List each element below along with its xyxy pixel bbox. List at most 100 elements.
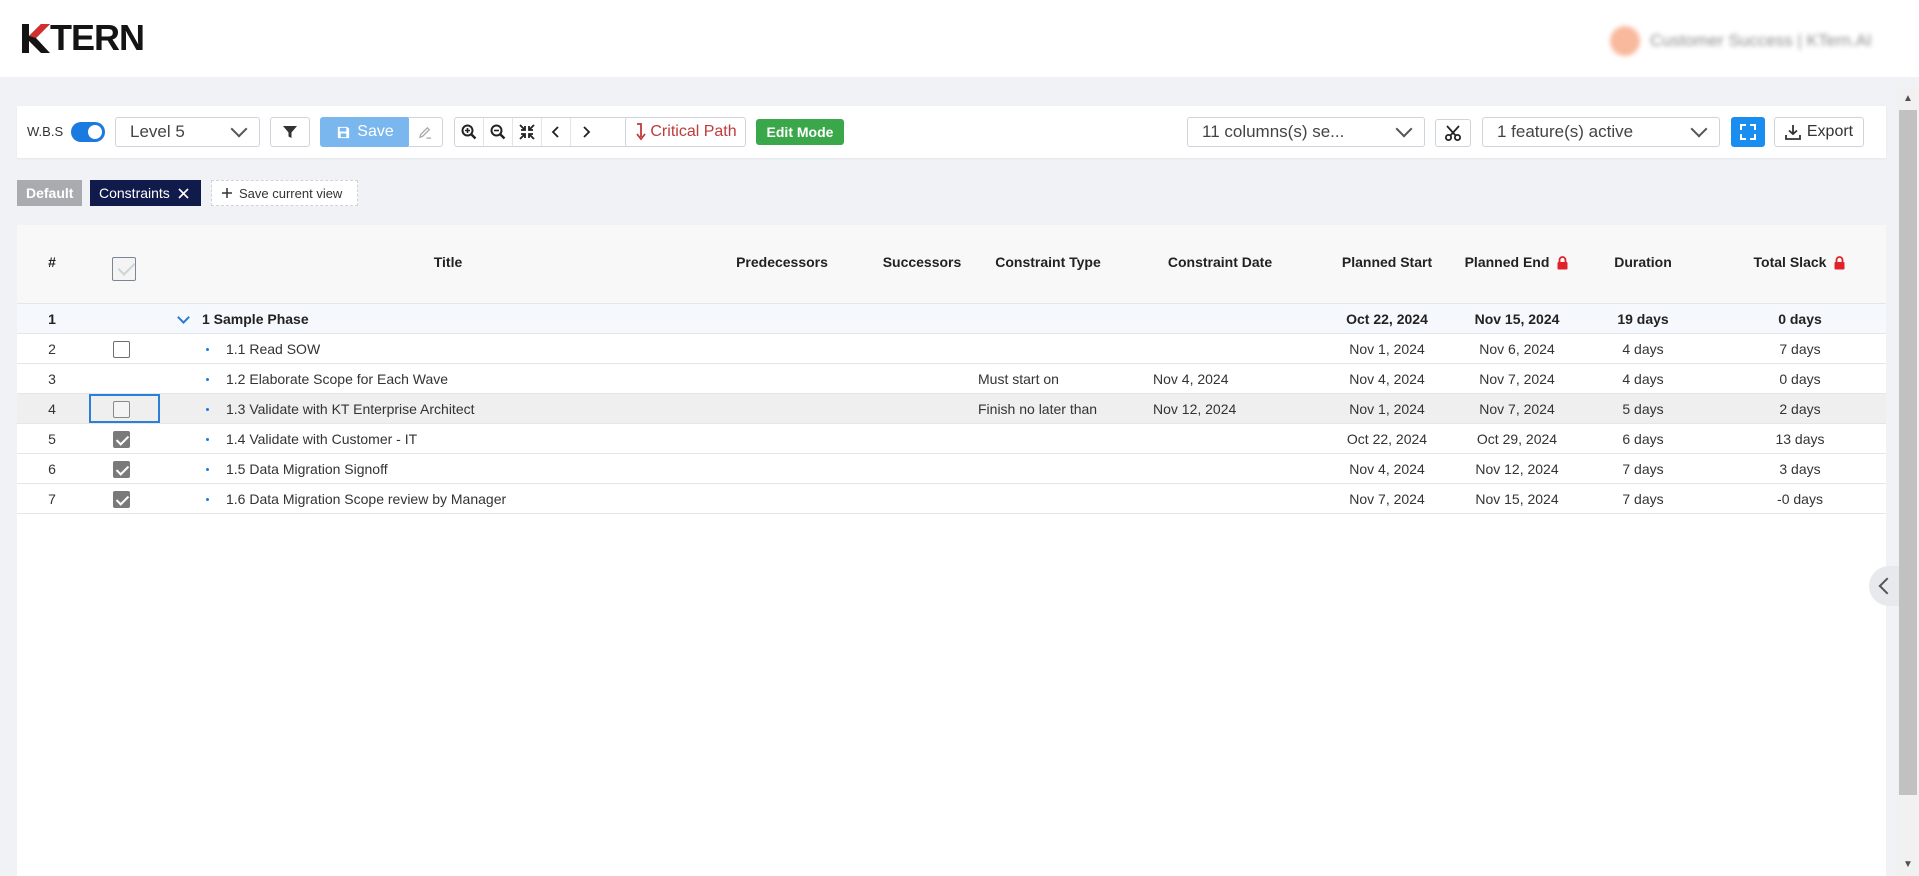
zoom-nav-group — [454, 117, 636, 147]
lock-icon — [1556, 255, 1569, 269]
row-title[interactable]: 1.4 Validate with Customer - IT — [226, 424, 417, 454]
row-checkbox-checked[interactable] — [113, 431, 130, 448]
row-planned-start[interactable]: Oct 22, 2024 — [1317, 424, 1457, 454]
table-row[interactable]: 3 1.2 Elaborate Scope for Each Wave Must… — [17, 364, 1886, 394]
row-planned-start[interactable]: Nov 1, 2024 — [1317, 334, 1457, 364]
features-select-value: 1 feature(s) active — [1497, 122, 1634, 141]
table-row[interactable]: 5 1.4 Validate with Customer - IT Oct 22… — [17, 424, 1886, 454]
row-duration[interactable]: 7 days — [1573, 484, 1713, 514]
row-checkbox[interactable] — [113, 341, 130, 358]
task-grid: # Title Predecessors Successors Constrai… — [17, 225, 1886, 876]
table-row[interactable]: 2 1.1 Read SOW Nov 1, 2024 Nov 6, 2024 4… — [17, 334, 1886, 364]
column-header-duration[interactable]: Duration — [1573, 254, 1713, 270]
ktern-logo[interactable]: TERN — [20, 17, 145, 58]
row-total-slack[interactable]: 0 days — [1700, 304, 1900, 334]
fullscreen-button[interactable] — [1731, 117, 1765, 147]
chevron-down-icon — [1690, 120, 1708, 138]
save-button[interactable]: Save — [320, 117, 410, 147]
row-title[interactable]: 1.6 Data Migration Scope review by Manag… — [226, 484, 506, 514]
save-current-view-button[interactable]: Save current view — [211, 180, 358, 206]
row-number: 4 — [48, 401, 56, 417]
select-all-checkbox[interactable] — [112, 257, 136, 281]
view-chip-constraints-label: Constraints — [99, 185, 170, 201]
edit-button[interactable] — [409, 117, 443, 147]
scissors-button[interactable] — [1435, 119, 1471, 147]
row-constraint-type[interactable]: Finish no later than — [978, 394, 1097, 424]
columns-select[interactable]: 11 columns(s) se... — [1187, 117, 1425, 147]
zoom-in-button[interactable] — [455, 118, 484, 146]
row-title[interactable]: 1.3 Validate with KT Enterprise Architec… — [226, 394, 475, 424]
row-total-slack[interactable]: 13 days — [1700, 424, 1900, 454]
column-header-total-slack[interactable]: Total Slack — [1700, 254, 1900, 270]
scroll-down-arrow-icon[interactable]: ▼ — [1902, 860, 1914, 870]
row-duration[interactable]: 4 days — [1573, 364, 1713, 394]
column-header-predecessors[interactable]: Predecessors — [707, 254, 857, 270]
row-constraint-date[interactable]: Nov 4, 2024 — [1153, 364, 1229, 394]
scissors-icon — [1445, 125, 1461, 141]
bullet-icon — [206, 498, 209, 501]
scrollbar-thumb[interactable] — [1899, 110, 1917, 795]
table-row[interactable]: 6 1.5 Data Migration Signoff Nov 4, 2024… — [17, 454, 1886, 484]
row-total-slack[interactable]: 3 days — [1700, 454, 1900, 484]
bullet-icon — [206, 438, 209, 441]
column-header-number[interactable]: # — [17, 254, 87, 270]
zoom-out-button[interactable] — [484, 118, 513, 146]
chevron-left-icon — [551, 126, 559, 138]
row-constraint-type[interactable]: Must start on — [978, 364, 1059, 394]
edit-mode-button[interactable]: Edit Mode — [756, 119, 844, 145]
wbs-toggle[interactable] — [71, 122, 105, 142]
column-header-constraint-date[interactable]: Constraint Date — [1135, 254, 1305, 270]
scroll-up-arrow-icon[interactable]: ▲ — [1902, 94, 1914, 104]
row-total-slack[interactable]: -0 days — [1700, 484, 1900, 514]
row-checkbox-checked[interactable] — [113, 461, 130, 478]
row-planned-start[interactable]: Oct 22, 2024 — [1317, 304, 1457, 334]
export-button[interactable]: Export — [1774, 117, 1864, 147]
row-constraint-date[interactable]: Nov 12, 2024 — [1153, 394, 1236, 424]
column-header-constraint-type[interactable]: Constraint Type — [978, 254, 1118, 270]
previous-button[interactable] — [542, 118, 571, 146]
row-planned-start[interactable]: Nov 7, 2024 — [1317, 484, 1457, 514]
row-title[interactable]: 1.1 Read SOW — [226, 334, 320, 364]
row-planned-start[interactable]: Nov 4, 2024 — [1317, 364, 1457, 394]
user-profile[interactable]: Customer Success | KTern.AI — [1610, 26, 1872, 56]
critical-path-button[interactable]: Critical Path — [625, 117, 746, 147]
row-planned-start[interactable]: Nov 4, 2024 — [1317, 454, 1457, 484]
level-select[interactable]: Level 5 — [115, 117, 260, 147]
row-total-slack[interactable]: 0 days — [1700, 364, 1900, 394]
row-duration[interactable]: 5 days — [1573, 394, 1713, 424]
row-planned-start[interactable]: Nov 1, 2024 — [1317, 394, 1457, 424]
row-duration[interactable]: 19 days — [1573, 304, 1713, 334]
table-row[interactable]: 7 1.6 Data Migration Scope review by Man… — [17, 484, 1886, 514]
row-title[interactable]: 1.2 Elaborate Scope for Each Wave — [226, 364, 448, 394]
critical-path-label: Critical Path — [650, 123, 737, 140]
row-title[interactable]: 1.5 Data Migration Signoff — [226, 454, 388, 484]
column-header-planned-start[interactable]: Planned Start — [1317, 254, 1457, 270]
column-header-successors[interactable]: Successors — [857, 254, 987, 270]
fullscreen-icon — [1740, 124, 1756, 140]
next-button[interactable] — [571, 118, 600, 146]
save-icon — [338, 126, 350, 138]
view-chip-default[interactable]: Default — [17, 180, 82, 206]
table-row[interactable]: 1 1 Sample Phase Oct 22, 2024 Nov 15, 20… — [17, 304, 1886, 334]
row-checkbox[interactable] — [113, 401, 130, 418]
row-number: 5 — [48, 431, 56, 447]
chevron-right-icon — [582, 126, 590, 138]
chevron-down-icon — [1395, 120, 1413, 138]
features-select[interactable]: 1 feature(s) active — [1482, 117, 1720, 147]
table-row[interactable]: 4 1.3 Validate with KT Enterprise Archit… — [17, 394, 1886, 424]
row-duration[interactable]: 4 days — [1573, 334, 1713, 364]
view-chip-constraints[interactable]: Constraints — [90, 180, 201, 206]
row-total-slack[interactable]: 7 days — [1700, 334, 1900, 364]
row-duration[interactable]: 6 days — [1573, 424, 1713, 454]
collapse-button[interactable] — [513, 118, 542, 146]
chevron-down-icon[interactable] — [177, 311, 190, 324]
row-title[interactable]: 1 Sample Phase — [202, 304, 309, 334]
lock-icon — [1833, 255, 1846, 269]
row-checkbox-checked[interactable] — [113, 491, 130, 508]
column-header-title[interactable]: Title — [203, 254, 693, 270]
row-duration[interactable]: 7 days — [1573, 454, 1713, 484]
filter-button[interactable] — [270, 117, 310, 147]
bullet-icon — [206, 408, 209, 411]
row-total-slack[interactable]: 2 days — [1700, 394, 1900, 424]
close-icon[interactable] — [178, 187, 189, 199]
